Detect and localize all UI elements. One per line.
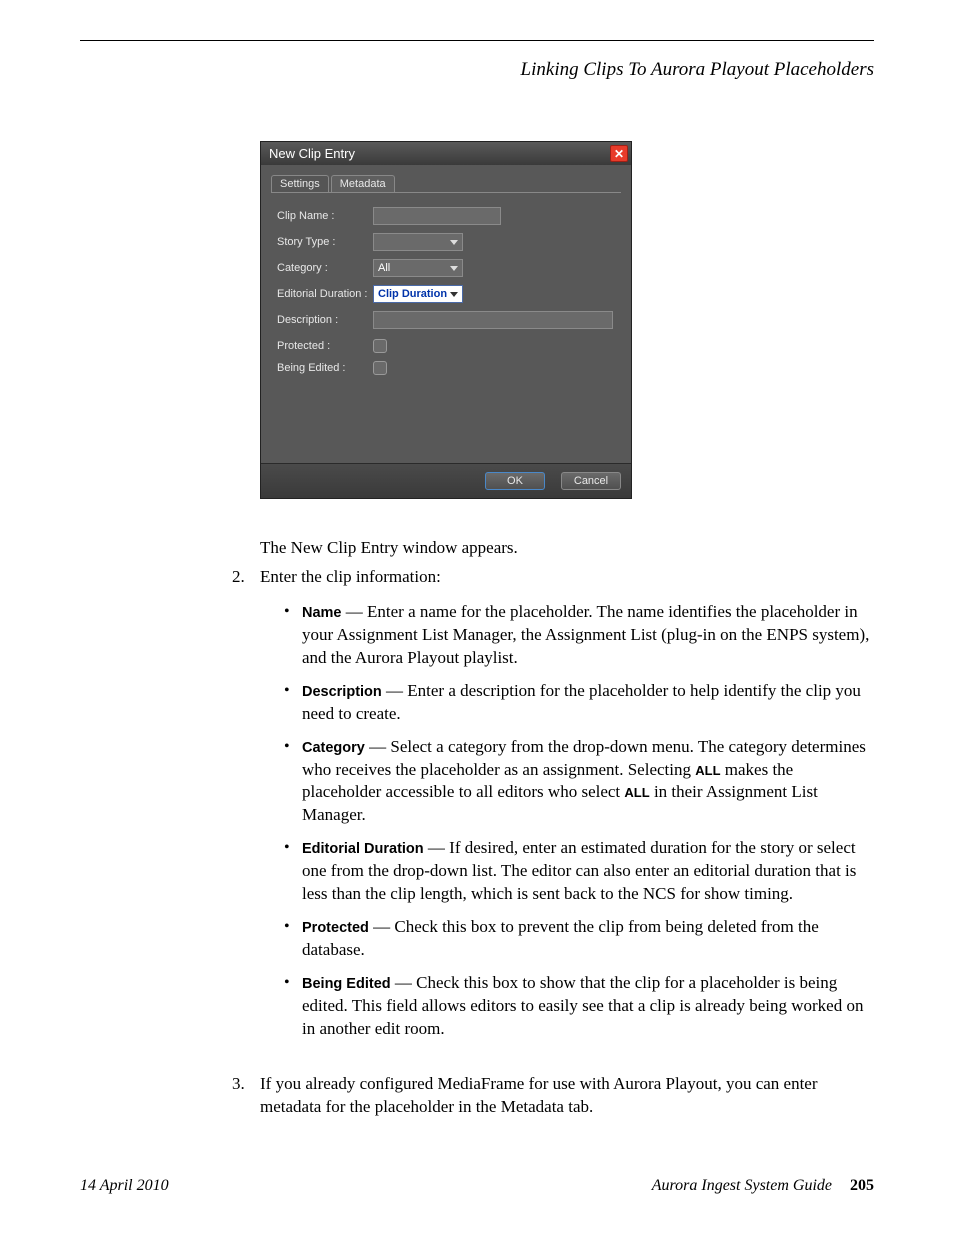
label-clip-name: Clip Name : bbox=[277, 210, 373, 222]
step-3-body: If you already configured MediaFrame for… bbox=[260, 1074, 818, 1116]
tab-metadata[interactable]: Metadata bbox=[331, 175, 395, 192]
footer-page-number: 205 bbox=[850, 1177, 874, 1194]
story-type-select[interactable] bbox=[373, 233, 463, 251]
tab-settings[interactable]: Settings bbox=[271, 175, 329, 192]
chevron-down-icon bbox=[450, 292, 458, 297]
editorial-duration-select[interactable]: Clip Duration bbox=[373, 285, 463, 303]
label-description: Description : bbox=[277, 314, 373, 326]
chevron-down-icon bbox=[450, 240, 458, 245]
label-editorial-duration: Editorial Duration : bbox=[277, 288, 373, 300]
bullet-name: Name — Enter a name for the placeholder.… bbox=[284, 601, 874, 670]
bullet-protected: Protected — Check this box to prevent th… bbox=[284, 916, 874, 962]
step-number-3: 3. bbox=[232, 1073, 260, 1119]
label-story-type: Story Type : bbox=[277, 236, 373, 248]
label-being-edited: Being Edited : bbox=[277, 362, 373, 374]
footer-date: 14 April 2010 bbox=[80, 1177, 169, 1195]
being-edited-checkbox[interactable] bbox=[373, 361, 387, 375]
label-protected: Protected : bbox=[277, 340, 373, 352]
bullet-description: Description — Enter a description for th… bbox=[284, 680, 874, 726]
protected-checkbox[interactable] bbox=[373, 339, 387, 353]
category-value: All bbox=[378, 262, 390, 274]
close-icon[interactable]: ✕ bbox=[610, 145, 628, 162]
dialog-title: New Clip Entry bbox=[269, 146, 355, 161]
description-input[interactable] bbox=[373, 311, 613, 329]
chevron-down-icon bbox=[450, 266, 458, 271]
label-category: Category : bbox=[277, 262, 373, 274]
paragraph-window-appears: The New Clip Entry window appears. bbox=[260, 537, 874, 560]
step-2-intro: Enter the clip information: bbox=[260, 567, 441, 586]
category-select[interactable]: All bbox=[373, 259, 463, 277]
editorial-duration-value: Clip Duration bbox=[378, 288, 447, 300]
footer-guide: Aurora Ingest System Guide bbox=[652, 1177, 832, 1194]
dialog-titlebar: New Clip Entry ✕ bbox=[261, 142, 631, 165]
step-number-2: 2. bbox=[232, 566, 260, 1051]
bullet-being-edited: Being Edited — Check this box to show th… bbox=[284, 972, 874, 1041]
cancel-button[interactable]: Cancel bbox=[561, 472, 621, 490]
clip-name-input[interactable] bbox=[373, 207, 501, 225]
bullet-editorial-duration: Editorial Duration — If desired, enter a… bbox=[284, 837, 874, 906]
ok-button[interactable]: OK bbox=[485, 472, 545, 490]
bullet-category: Category — Select a category from the dr… bbox=[284, 736, 874, 828]
new-clip-entry-dialog: New Clip Entry ✕ Settings Metadata Clip … bbox=[260, 141, 632, 499]
page-header-title: Linking Clips To Aurora Playout Placehol… bbox=[80, 59, 874, 81]
